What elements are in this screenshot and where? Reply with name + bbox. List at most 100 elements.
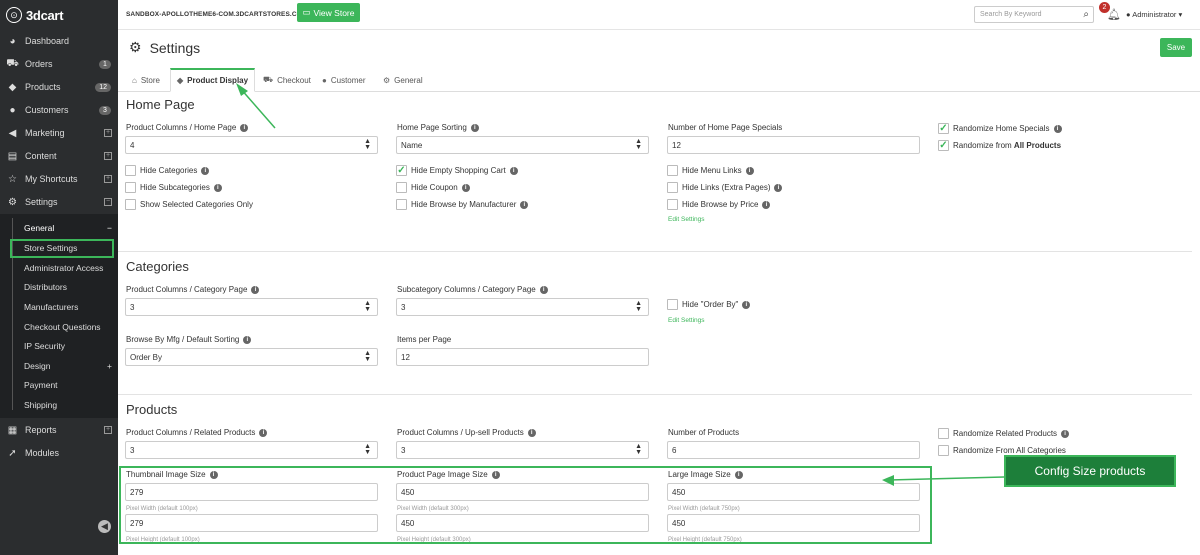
sidebar-item-content[interactable]: ▤ Content +: [0, 146, 118, 166]
user-icon: ●: [1126, 10, 1131, 19]
sidebar-item-orders[interactable]: ⛟ Orders 1: [0, 54, 118, 74]
home-sorting-select[interactable]: Name ▲ ▼: [396, 136, 649, 154]
sort-arrows-icon: ▲ ▼: [364, 300, 371, 313]
browse-sort-select[interactable]: Order By ▲ ▼: [125, 348, 378, 366]
store-url[interactable]: SANDBOX-APOLLOTHEME6-COM.3DCARTSTORES.CO…: [126, 11, 307, 18]
checkbox-box: [125, 165, 136, 176]
tab-customer[interactable]: ● Customer: [316, 68, 372, 92]
info-icon[interactable]: i: [470, 123, 479, 132]
sidebar-item-shortcuts[interactable]: ☆ My Shortcuts +: [0, 169, 118, 189]
cat-columns-select[interactable]: 3 ▲ ▼: [125, 298, 378, 316]
tab-store[interactable]: ⌂ Store: [126, 68, 166, 92]
tab-general[interactable]: ⚙ General: [377, 68, 429, 92]
hide-empty-cart-checkbox[interactable]: ✓ Hide Empty Shopping Cart i: [396, 165, 518, 176]
collapse-icon: −: [107, 223, 112, 233]
sidebar-item-dashboard[interactable]: ◕ Dashboard: [0, 31, 118, 51]
sidebar-item-customers[interactable]: ● Customers 3: [0, 100, 118, 120]
subcat-columns-select[interactable]: 3 ▲ ▼: [396, 298, 649, 316]
hide-links-extra-checkbox[interactable]: Hide Links (Extra Pages) i: [667, 182, 783, 193]
edit-settings-link[interactable]: Edit Settings: [668, 317, 705, 324]
sub-item-checkout-questions[interactable]: Checkout Questions: [0, 318, 118, 336]
randomize-from-all-checkbox[interactable]: ✓ Randomize from All Products: [938, 140, 1061, 151]
sub-item-ip-security[interactable]: IP Security: [0, 337, 118, 355]
info-icon[interactable]: i: [742, 300, 751, 309]
info-icon[interactable]: i: [762, 200, 771, 209]
tab-product-display[interactable]: ◆ Product Display: [170, 68, 256, 92]
tab-checkout[interactable]: ⛟ Checkout: [257, 68, 317, 92]
view-store-button[interactable]: ▭ View Store: [297, 3, 360, 22]
section-title-products: Products: [126, 402, 178, 417]
upsell-columns-select[interactable]: 3 ▲ ▼: [396, 441, 649, 459]
sidebar-item-reports[interactable]: ▦ Reports +: [0, 420, 118, 440]
info-icon[interactable]: i: [520, 200, 529, 209]
collapse-sidebar-icon[interactable]: ◀: [98, 520, 111, 533]
sort-arrows-icon: ▲ ▼: [364, 138, 371, 151]
number-products-input[interactable]: 6: [667, 441, 920, 459]
info-icon[interactable]: i: [509, 166, 518, 175]
randomize-related-checkbox[interactable]: Randomize Related Products i: [938, 428, 1070, 439]
hide-coupon-checkbox[interactable]: Hide Coupon i: [396, 182, 470, 193]
sidebar-item-products[interactable]: ◆ Products 12: [0, 77, 118, 97]
sub-item-shipping[interactable]: Shipping: [0, 396, 118, 414]
info-icon[interactable]: i: [1053, 124, 1062, 133]
expand-icon: +: [104, 129, 112, 137]
tab-label: Product Display: [187, 76, 249, 85]
checkbox-box: [667, 299, 678, 310]
sidebar-item-label: Settings: [25, 197, 58, 207]
info-icon[interactable]: i: [240, 123, 249, 132]
sub-item-distributors[interactable]: Distributors: [0, 278, 118, 296]
sub-item-manufacturers[interactable]: Manufacturers: [0, 298, 118, 316]
expand-icon: +: [104, 426, 112, 434]
select-value: 3: [401, 445, 406, 455]
sidebar-item-settings[interactable]: ⚙ Settings −: [0, 192, 118, 212]
checkmark-icon: ✓: [396, 165, 407, 176]
related-columns-label: Product Columns / Related Products i: [126, 428, 268, 437]
sidebar-item-marketing[interactable]: ◀ Marketing +: [0, 123, 118, 143]
info-icon[interactable]: i: [243, 335, 252, 344]
hide-browse-price-checkbox[interactable]: Hide Browse by Price i: [667, 199, 771, 210]
save-button[interactable]: Save: [1160, 38, 1192, 57]
hide-categories-checkbox[interactable]: Hide Categories i: [125, 165, 210, 176]
search-icon[interactable]: ⌕: [1083, 9, 1089, 20]
hide-menu-links-checkbox[interactable]: Hide Menu Links i: [667, 165, 754, 176]
cat-columns-label: Product Columns / Category Page i: [126, 285, 260, 294]
items-per-page-input[interactable]: 12: [396, 348, 649, 366]
sub-item-admin-access[interactable]: Administrator Access: [0, 259, 118, 277]
info-icon[interactable]: i: [259, 428, 268, 437]
randomize-home-specials-checkbox[interactable]: ✓ Randomize Home Specials i: [938, 123, 1062, 134]
search-input[interactable]: Search By Keyword ⌕: [974, 6, 1094, 23]
edit-settings-link[interactable]: Edit Settings: [668, 216, 705, 223]
sub-item-label: Design: [24, 361, 51, 371]
hide-subcategories-checkbox[interactable]: Hide Subcategories i: [125, 182, 222, 193]
sub-item-general[interactable]: General −: [0, 219, 118, 237]
info-icon[interactable]: i: [745, 166, 754, 175]
hide-order-by-checkbox[interactable]: Hide "Order By" i: [667, 299, 751, 310]
sub-item-label: IP Security: [24, 341, 65, 351]
bell-icon[interactable]: 🔔︎ 2: [1099, 2, 1121, 21]
sub-item-design[interactable]: Design +: [0, 357, 118, 375]
store-settings-highlight: [10, 239, 114, 258]
browse-sort-label: Browse By Mfg / Default Sorting i: [126, 335, 252, 344]
checkbox-label: Hide Coupon: [411, 183, 458, 192]
home-specials-input[interactable]: 12: [667, 136, 920, 154]
product-columns-home-select[interactable]: 4 ▲ ▼: [125, 136, 378, 154]
info-icon[interactable]: i: [461, 183, 470, 192]
hide-browse-manufacturer-checkbox[interactable]: Hide Browse by Manufacturer i: [396, 199, 529, 210]
show-selected-categories-checkbox[interactable]: Show Selected Categories Only: [125, 199, 253, 210]
info-icon[interactable]: i: [201, 166, 210, 175]
section-title-home: Home Page: [126, 97, 195, 112]
info-icon[interactable]: i: [539, 285, 548, 294]
checkbox-label: Hide Subcategories: [140, 183, 210, 192]
info-icon[interactable]: i: [1061, 429, 1070, 438]
info-icon[interactable]: i: [213, 183, 222, 192]
sidebar-item-modules[interactable]: ➚ Modules: [0, 443, 118, 463]
select-value: Order By: [130, 352, 163, 362]
info-icon[interactable]: i: [774, 183, 783, 192]
sub-item-payment[interactable]: Payment: [0, 376, 118, 394]
user-menu[interactable]: ● Administrator ▾: [1126, 10, 1182, 19]
info-icon[interactable]: i: [251, 285, 260, 294]
related-columns-select[interactable]: 3 ▲ ▼: [125, 441, 378, 459]
info-icon[interactable]: i: [527, 428, 536, 437]
checkbox-label: Show Selected Categories Only: [140, 200, 253, 209]
logo[interactable]: ⊙ 3dcart: [0, 0, 118, 30]
